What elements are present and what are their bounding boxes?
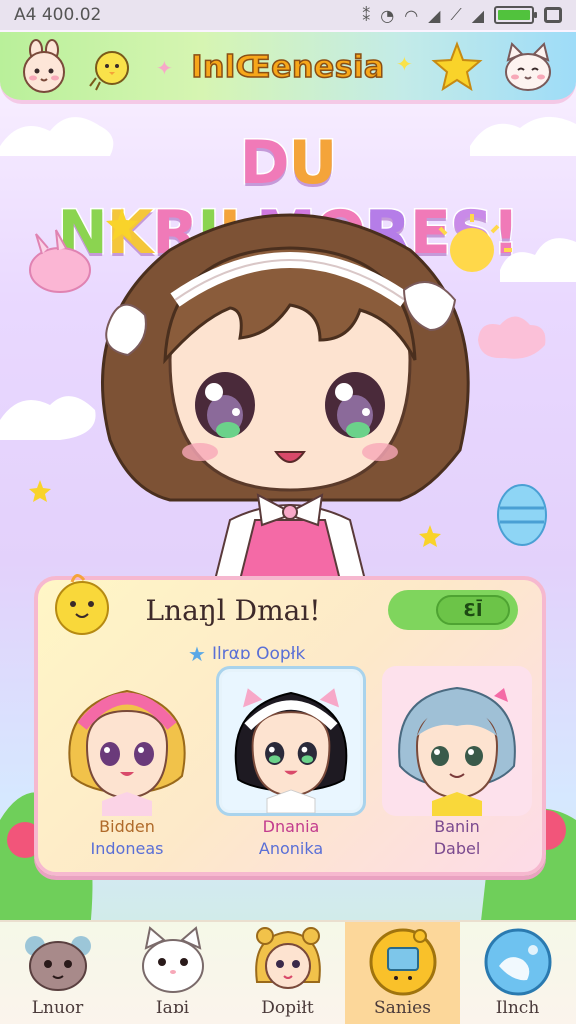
- character-portrait-black-hair: [234, 688, 348, 814]
- nav-tab-1-label: Lnuor: [31, 998, 84, 1018]
- bunny-egg-icon: [29, 247, 91, 293]
- nav-tab-3-label: Dopiłt: [261, 998, 314, 1018]
- character-2-name: Dnania: [262, 817, 320, 836]
- character-1-label: Bidden Indoneas: [52, 816, 202, 860]
- book-gadget-icon: [369, 928, 437, 996]
- status-time: A4 400.02: [14, 5, 102, 25]
- character-2-origin: Anonika: [258, 839, 324, 858]
- character-option-3[interactable]: [382, 666, 532, 816]
- nav-tab-2-label: Iaɒi: [155, 998, 190, 1018]
- header-title: InlŒenesia: [191, 49, 385, 86]
- card-subtitle: ★ Ilrαɒ Oopłk: [188, 642, 305, 666]
- character-1-name: Bidden: [99, 817, 155, 836]
- sparkle-icon: ✦: [396, 52, 413, 76]
- character-option-2[interactable]: [216, 666, 366, 816]
- card-title: Lnaŋl Dmaı!: [145, 594, 321, 627]
- globe-icon: [484, 928, 552, 996]
- cloud-icon: [500, 238, 576, 282]
- pink-cloud-icon: [478, 316, 546, 359]
- character-3-name: Banin: [434, 817, 480, 836]
- wifi-icon: ◠: [404, 5, 419, 25]
- signal-icon: ◢: [428, 5, 441, 25]
- character-portrait-blonde: [68, 689, 186, 816]
- nav-tab-4-label: Sanies: [374, 998, 431, 1018]
- character-option-1[interactable]: [52, 666, 202, 816]
- bottom-navigation: Lnuor Iaɒi Dopiłt Sanies Ilnch: [0, 920, 576, 1024]
- character-1-origin: Indoneas: [90, 839, 164, 858]
- battery-icon: [494, 6, 537, 24]
- girl-doll-icon: [255, 927, 321, 989]
- cat-face-icon[interactable]: [498, 38, 558, 98]
- character-3-label: Banin Dabel: [382, 816, 532, 860]
- banner-letter: D: [238, 127, 291, 200]
- level-badge-value: ƐĪ: [436, 595, 510, 625]
- egg-icon: [497, 484, 547, 546]
- level-badge[interactable]: ƐĪ: [388, 590, 518, 630]
- hero-character: [0, 208, 576, 580]
- banner-letter: U: [287, 127, 339, 200]
- nfc-icon: ⁑: [362, 5, 371, 25]
- character-portrait-blue-hair: [398, 686, 516, 816]
- battery-level: [498, 10, 530, 20]
- alarm-icon: ◔: [380, 5, 395, 25]
- status-bar: A4 400.02 ⁑ ◔ ◠ ◢ ⟋ ◢: [0, 0, 576, 30]
- character-2-label: Dnania Anonika: [216, 816, 366, 860]
- nav-tab-5[interactable]: Ilnch: [460, 922, 575, 1024]
- mute-icon: ⟋: [450, 5, 462, 24]
- signal-icon: ◢: [471, 5, 484, 25]
- nav-tab-4[interactable]: Sanies: [345, 922, 460, 1024]
- character-3-origin: Dabel: [433, 839, 481, 858]
- nav-tab-2[interactable]: Iaɒi: [115, 922, 230, 1024]
- white-cat-icon: [142, 926, 204, 993]
- app-header: ✦ InlŒenesia ✦: [0, 32, 576, 104]
- nav-tab-1[interactable]: Lnuor: [0, 922, 115, 1024]
- sun-icon: [450, 228, 494, 272]
- nav-tab-5-label: Ilnch: [495, 998, 540, 1018]
- status-icons: ⁑ ◔ ◠ ◢ ⟋ ◢: [362, 5, 562, 25]
- star-icon: [431, 41, 483, 92]
- character-select-card: Lnaŋl Dmaı! ƐĪ ★ Ilrαɒ Oopłk Bidden Indo…: [34, 574, 546, 876]
- star-icon: ★: [188, 642, 206, 666]
- creature-icon: [25, 936, 91, 991]
- nav-tab-3[interactable]: Dopiłt: [230, 922, 345, 1024]
- card-subtitle-text: Ilrαɒ Oopłk: [211, 644, 306, 664]
- screen-icon: [544, 7, 562, 23]
